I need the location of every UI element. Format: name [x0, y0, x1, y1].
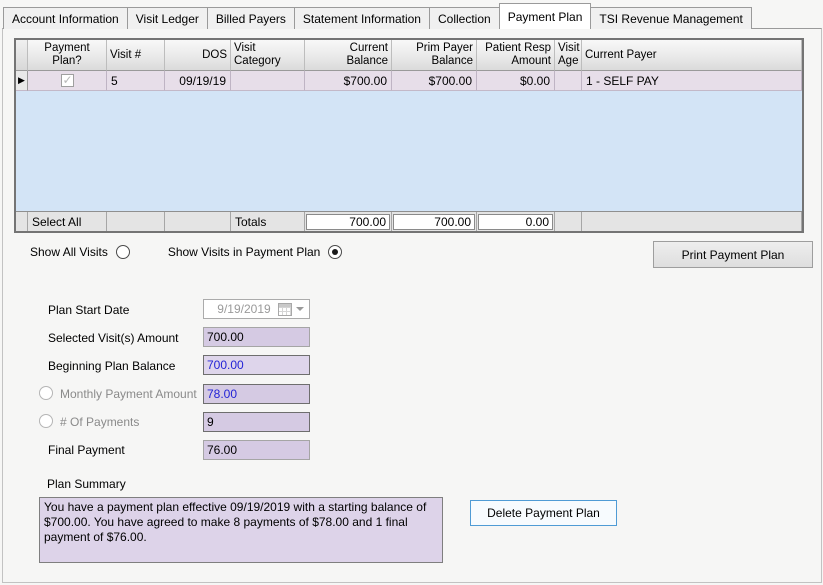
- col-header-visit-category[interactable]: Visit Category: [231, 40, 305, 71]
- grid-header-selector: [16, 40, 28, 71]
- tab-tsi-revenue-management[interactable]: TSI Revenue Management: [590, 7, 751, 29]
- tab-statement-information[interactable]: Statement Information: [294, 7, 430, 29]
- total-patient-resp-amount: 0.00: [478, 214, 553, 230]
- final-payment-input[interactable]: [203, 440, 310, 460]
- calendar-icon[interactable]: [278, 303, 292, 316]
- cell-visit-num: 5: [107, 71, 165, 91]
- num-of-payments-radio[interactable]: [39, 414, 53, 428]
- footer-selector-cell: [16, 212, 28, 231]
- show-visits-in-plan-radio[interactable]: [328, 245, 342, 259]
- cell-prim-payer-balance: $700.00: [392, 71, 477, 91]
- print-payment-plan-button[interactable]: Print Payment Plan: [653, 241, 813, 268]
- row-selector-cell[interactable]: ▶: [16, 71, 28, 91]
- plan-start-date-field[interactable]: 9/19/2019: [203, 299, 310, 319]
- cell-visit-category: [231, 71, 305, 91]
- selected-visits-amount-label: Selected Visit(s) Amount: [48, 331, 179, 345]
- tab-account-information[interactable]: Account Information: [3, 7, 128, 29]
- monthly-payment-amount-field[interactable]: [203, 384, 310, 404]
- show-visits-in-plan-label: Show Visits in Payment Plan: [168, 245, 321, 259]
- plan-start-date-value: 9/19/2019: [204, 302, 278, 316]
- beginning-plan-balance-field[interactable]: [203, 355, 310, 375]
- payment-plan-checkbox[interactable]: ✓: [61, 74, 74, 87]
- footer-empty-4: [582, 212, 802, 231]
- plan-summary-text: You have a payment plan effective 09/19/…: [39, 497, 443, 563]
- checkmark-icon: ✓: [63, 73, 73, 87]
- show-all-visits-radio[interactable]: [116, 245, 130, 259]
- beginning-plan-balance-input[interactable]: [203, 355, 310, 375]
- payment-plan-screen: Account Information Visit Ledger Billed …: [0, 0, 823, 585]
- selected-visits-amount-input[interactable]: [203, 327, 310, 347]
- total-prim-payer-balance-cell: 700.00: [392, 212, 477, 231]
- num-of-payments-input[interactable]: [203, 412, 310, 432]
- col-header-current-balance[interactable]: Current Balance: [305, 40, 392, 71]
- visit-filter-options: Show All Visits Show Visits in Payment P…: [30, 243, 342, 261]
- col-header-dos[interactable]: DOS: [165, 40, 231, 71]
- final-payment-field[interactable]: [203, 440, 310, 460]
- selected-visits-amount-field[interactable]: [203, 327, 310, 347]
- row-selector-icon: ▶: [18, 76, 25, 85]
- chevron-down-icon[interactable]: [296, 307, 304, 311]
- cell-current-payer: 1 - SELF PAY: [582, 71, 802, 91]
- cell-current-balance: $700.00: [305, 71, 392, 91]
- footer-empty-1: [107, 212, 165, 231]
- col-header-current-payer[interactable]: Current Payer: [582, 40, 802, 71]
- footer-empty-2: [165, 212, 231, 231]
- delete-payment-plan-button[interactable]: Delete Payment Plan: [470, 500, 617, 526]
- cell-payment-plan[interactable]: ✓: [28, 71, 107, 91]
- table-row[interactable]: ▶ ✓ 5 09/19/19 $700.00 $700.00 $0.00 1 -…: [16, 71, 802, 91]
- final-payment-label: Final Payment: [48, 443, 125, 457]
- num-of-payments-field[interactable]: [203, 412, 310, 432]
- num-of-payments-label: # Of Payments: [60, 415, 139, 429]
- tab-bar: Account Information Visit Ledger Billed …: [3, 3, 751, 29]
- total-current-balance: 700.00: [306, 214, 390, 230]
- col-header-visit-num[interactable]: Visit #: [107, 40, 165, 71]
- tab-payment-plan[interactable]: Payment Plan: [499, 3, 592, 29]
- visits-grid: Payment Plan? Visit # DOS Visit Category…: [14, 38, 804, 233]
- col-header-visit-age[interactable]: Visit Age: [555, 40, 582, 71]
- grid-empty-area: [16, 91, 802, 211]
- grid-header-row: Payment Plan? Visit # DOS Visit Category…: [16, 40, 802, 71]
- select-all-button[interactable]: Select All: [28, 212, 107, 231]
- col-header-payment-plan[interactable]: Payment Plan?: [28, 40, 107, 71]
- grid-footer-row: Select All Totals 700.00 700.00 0.00: [16, 211, 802, 231]
- cell-dos: 09/19/19: [165, 71, 231, 91]
- tab-visit-ledger[interactable]: Visit Ledger: [127, 7, 208, 29]
- monthly-payment-amount-label: Monthly Payment Amount: [60, 387, 197, 401]
- plan-start-date-label: Plan Start Date: [48, 303, 129, 317]
- monthly-payment-amount-radio[interactable]: [39, 386, 53, 400]
- totals-label: Totals: [231, 212, 305, 231]
- beginning-plan-balance-label: Beginning Plan Balance: [48, 359, 175, 373]
- cell-patient-resp-amount: $0.00: [477, 71, 555, 91]
- total-patient-resp-amount-cell: 0.00: [477, 212, 555, 231]
- col-header-prim-payer-balance[interactable]: Prim Payer Balance: [392, 40, 477, 71]
- tab-collection[interactable]: Collection: [429, 7, 500, 29]
- plan-summary-label: Plan Summary: [47, 477, 126, 491]
- show-all-visits-label: Show All Visits: [30, 245, 108, 259]
- total-prim-payer-balance: 700.00: [393, 214, 475, 230]
- cell-visit-age: [555, 71, 582, 91]
- footer-empty-3: [555, 212, 582, 231]
- total-current-balance-cell: 700.00: [305, 212, 392, 231]
- tab-billed-payers[interactable]: Billed Payers: [207, 7, 295, 29]
- monthly-payment-amount-input[interactable]: [203, 384, 310, 404]
- col-header-patient-resp-amount[interactable]: Patient Resp Amount: [477, 40, 555, 71]
